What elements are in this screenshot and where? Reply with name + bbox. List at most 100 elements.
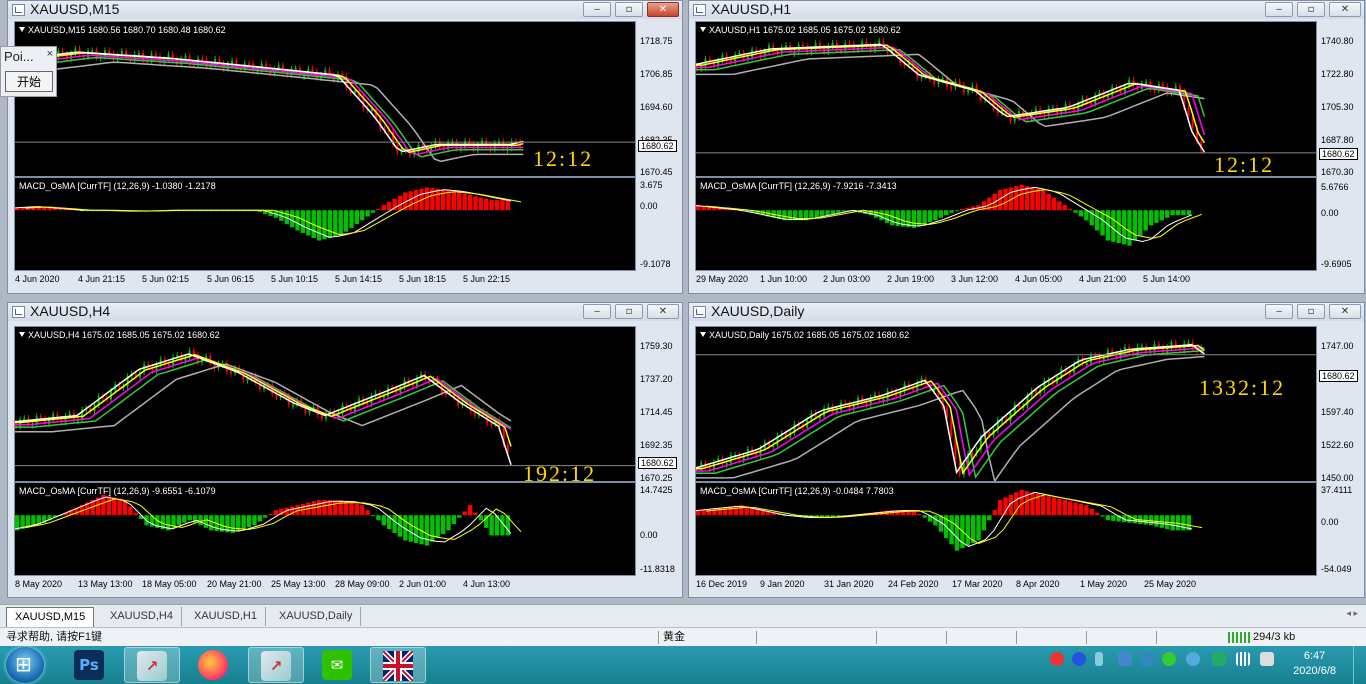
volume-muted-icon[interactable] [1260, 652, 1274, 666]
bar-timer: 1332:12 [1199, 375, 1286, 400]
chart-window-h1[interactable]: XAUUSD,H1 ‒ ▫ ✕ XAUUSD,H1 1675.02 1685.0… [688, 0, 1365, 294]
maximize-button[interactable]: ▫ [615, 304, 643, 319]
tab-xauusd-h1[interactable]: XAUUSD,H1 [186, 607, 266, 626]
price-chart[interactable]: XAUUSD,M15 1680.56 1680.70 1680.48 1680.… [14, 21, 636, 177]
taskbar-photoshop[interactable]: Ps [62, 647, 118, 683]
macd-histogram-bar [1132, 210, 1138, 241]
status-divider [876, 631, 877, 644]
macd-histogram-bar [365, 210, 370, 217]
close-button[interactable]: ✕ [647, 2, 679, 17]
price-chart[interactable]: XAUUSD,Daily 1675.02 1685.05 1675.02 168… [695, 326, 1317, 482]
macd-histogram-bar [327, 210, 333, 239]
macd-histogram-bar [992, 510, 997, 516]
chart-window-daily[interactable]: XAUUSD,Daily ‒ ▫ ✕ XAUUSD,Daily 1675.02 … [688, 302, 1365, 598]
tab-xauusd-h4[interactable]: XAUUSD,H4 [102, 607, 182, 626]
tray-expand-icon[interactable] [1095, 652, 1103, 666]
candle-body [366, 402, 369, 405]
moving-average-line [696, 344, 1205, 475]
macd-panel[interactable]: MACD_OsMA [CurrTF] (12,26,9) -0.0484 7.7… [695, 482, 1317, 576]
maximize-button[interactable]: ▫ [1297, 304, 1325, 319]
time-axis-label: 2 Jun 19:00 [887, 274, 935, 284]
macd-histogram-bar [263, 515, 268, 518]
tab-xauusd-daily[interactable]: XAUUSD,Daily [271, 607, 362, 626]
macd-panel[interactable]: MACD_OsMA [CurrTF] (12,26,9) -1.0380 -1.… [14, 177, 636, 271]
macd-histogram-bar [435, 515, 440, 538]
macd-histogram-bar [1138, 210, 1143, 236]
candle-body [387, 387, 389, 397]
macd-panel[interactable]: MACD_OsMA [CurrTF] (12,26,9) -7.9216 -7.… [695, 177, 1317, 271]
tab-scroll-arrows-icon[interactable]: ◂ ▸ [1346, 608, 1358, 619]
macd-histogram-bar [489, 200, 494, 211]
tray-app-icon[interactable] [1140, 652, 1154, 666]
maximize-button[interactable]: ▫ [615, 2, 643, 17]
time-axis-label: 8 May 2020 [15, 579, 63, 589]
start-button[interactable]: 开始 [5, 71, 53, 92]
wechat-tray-icon[interactable] [1162, 652, 1176, 666]
time-axis-label: 25 May 13:00 [271, 579, 326, 589]
tab-xauusd-m15[interactable]: XAUUSD,M15 [6, 607, 95, 627]
macd-panel[interactable]: MACD_OsMA [CurrTF] (12,26,9) -9.6551 -6.… [14, 482, 636, 576]
maximize-button[interactable]: ▫ [1297, 2, 1325, 17]
taskbar-uk-app[interactable] [370, 647, 426, 683]
macd-histogram-bar [133, 512, 138, 516]
price-axis-label: 1670.45 [640, 167, 673, 177]
macd-histogram-bar [316, 500, 322, 516]
minimize-button[interactable]: ‒ [583, 2, 611, 17]
macd-histogram-bar [381, 515, 386, 526]
macd-axis-label: 0.00 [640, 201, 658, 211]
script-popup[interactable]: Poi... × 开始 [0, 46, 57, 97]
security-shield-icon[interactable] [1212, 652, 1226, 666]
macd-histogram-bar [209, 515, 214, 531]
close-button[interactable]: ✕ [1329, 304, 1361, 319]
candle-body [865, 402, 868, 405]
minimize-button[interactable]: ‒ [583, 304, 611, 319]
macd-histogram-bar [300, 210, 306, 233]
price-chart[interactable]: XAUUSD,H4 1675.02 1685.05 1675.02 1680.6… [14, 326, 636, 482]
window-titlebar[interactable]: XAUUSD,Daily ‒ ▫ ✕ [689, 303, 1364, 321]
close-button[interactable]: ✕ [1329, 2, 1361, 17]
macd-histogram-bar [879, 210, 884, 221]
macd-histogram-bar [408, 515, 413, 542]
macd-axis-label: 3.675 [640, 180, 663, 190]
taskbar-wechat[interactable]: ✉ [310, 647, 366, 683]
macd-histogram-bar [1068, 208, 1073, 211]
macd-histogram-bar [1116, 210, 1121, 244]
status-divider [658, 631, 659, 644]
macd-histogram-bar [289, 210, 295, 228]
minimize-button[interactable]: ‒ [1265, 2, 1293, 17]
popup-close-button[interactable]: × [47, 48, 53, 60]
taskbar-metatrader-2[interactable]: ↗ [248, 647, 304, 683]
network-icon[interactable] [1118, 652, 1132, 666]
sogou-ime-icon[interactable] [1050, 652, 1064, 666]
moving-average-line [15, 356, 512, 431]
chart-window-h4[interactable]: XAUUSD,H4 ‒ ▫ ✕ XAUUSD,H4 1675.02 1685.0… [7, 302, 683, 598]
taskbar-firefox[interactable] [186, 647, 242, 683]
chart-window-m15[interactable]: XAUUSD,M15 ‒ ▫ ✕ XAUUSD,M15 1680.56 1680… [7, 0, 683, 294]
windows-start-button[interactable] [6, 647, 44, 683]
window-title: XAUUSD,Daily [711, 303, 805, 319]
macd-histogram-bar [1105, 515, 1111, 521]
macd-histogram-bar [1051, 497, 1057, 516]
macd-histogram-bar [820, 210, 825, 217]
macd-histogram-bar [1127, 210, 1132, 246]
window-titlebar[interactable]: XAUUSD,M15 ‒ ▫ ✕ [8, 1, 682, 19]
macd-histogram-bar [836, 210, 841, 213]
macd-histogram-bar [349, 502, 354, 516]
time-axis-label: 31 Jan 2020 [824, 579, 874, 589]
window-titlebar[interactable]: XAUUSD,H1 ‒ ▫ ✕ [689, 1, 1364, 19]
window-titlebar[interactable]: XAUUSD,H4 ‒ ▫ ✕ [8, 303, 682, 321]
uk-flag-graphic [383, 651, 413, 681]
signal-icon[interactable] [1236, 652, 1250, 666]
macd-histogram-bar [1186, 210, 1191, 216]
price-chart[interactable]: XAUUSD,H1 1675.02 1685.05 1675.02 1680.6… [695, 21, 1317, 177]
close-button[interactable]: ✕ [647, 304, 679, 319]
system-clock[interactable]: 6:47 2020/6/8 [1293, 649, 1336, 679]
taskbar-metatrader-1[interactable]: ↗ [124, 647, 180, 683]
minimize-button[interactable]: ‒ [1265, 304, 1293, 319]
help-icon[interactable] [1072, 652, 1086, 666]
show-desktop-button[interactable] [1353, 646, 1366, 684]
tray-app-icon[interactable] [1186, 652, 1200, 666]
macd-histogram-bar [927, 210, 933, 223]
macd-histogram-bar [424, 515, 430, 546]
candle-body [490, 423, 493, 426]
